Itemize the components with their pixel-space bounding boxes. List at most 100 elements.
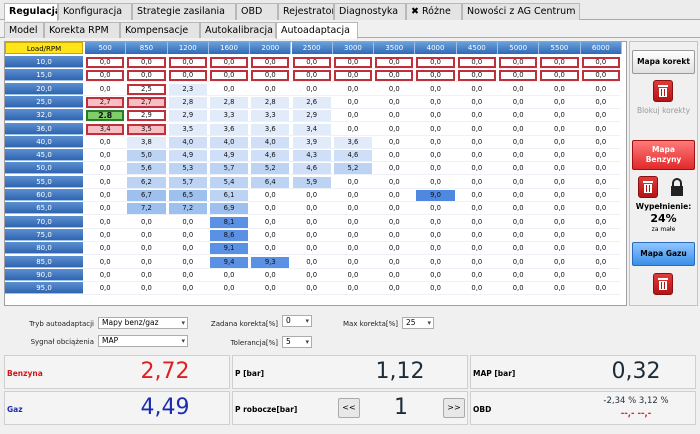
map-cell[interactable]: 0,0 (540, 163, 578, 174)
map-cell[interactable]: 0,0 (540, 203, 578, 214)
map-cell[interactable]: 0,0 (457, 70, 496, 82)
map-cell[interactable]: 0,0 (499, 84, 537, 95)
map-cell[interactable]: 0,0 (251, 283, 289, 294)
map-cell[interactable]: 0,0 (458, 217, 496, 228)
map-cell[interactable]: 4,3 (292, 150, 331, 162)
map-cell[interactable]: 0,0 (375, 57, 414, 68)
map-cell[interactable]: 0,0 (334, 283, 372, 294)
map-cell[interactable]: 0,0 (458, 137, 496, 148)
map-cell[interactable]: 0,0 (582, 257, 620, 268)
map-cell[interactable]: 0,0 (333, 70, 373, 82)
map-cell[interactable]: 6,4 (251, 176, 290, 188)
map-cell[interactable]: 0,0 (293, 283, 331, 294)
map-cell[interactable]: 0,0 (375, 150, 413, 161)
map-cell[interactable]: 0,0 (416, 230, 454, 241)
map-cell[interactable]: 0,0 (86, 150, 124, 161)
map-cell[interactable]: 0,0 (499, 70, 538, 82)
map-cell[interactable]: 0,0 (416, 163, 454, 174)
map-cell[interactable]: 0,0 (169, 217, 207, 228)
map-cell[interactable]: 0,0 (251, 243, 289, 254)
map-cell[interactable]: 0,0 (458, 230, 496, 241)
map-cell[interactable]: 7,2 (168, 203, 207, 215)
map-cell[interactable]: 0,0 (292, 70, 331, 82)
map-cell[interactable]: 0,0 (458, 270, 496, 281)
map-cell[interactable]: 0,0 (375, 137, 413, 148)
map-cell[interactable]: 0,0 (375, 243, 413, 254)
map-cell[interactable]: 0,0 (499, 97, 537, 108)
map-cell[interactable]: 0,0 (582, 150, 620, 161)
map-cell[interactable]: 0,0 (333, 57, 373, 68)
map-cell[interactable]: 0,0 (375, 70, 414, 82)
map-cell[interactable]: 4,6 (333, 150, 373, 162)
map-cell[interactable]: 0,0 (375, 230, 413, 241)
map-cell[interactable]: 0,0 (86, 84, 124, 95)
map-cell[interactable]: 4,0 (168, 136, 207, 148)
map-cell[interactable]: 0,0 (375, 270, 413, 281)
map-cell[interactable]: 3,6 (333, 136, 373, 148)
map-cell[interactable]: 0,0 (293, 230, 331, 241)
tab-sub-3[interactable]: Autokalibracja (200, 22, 276, 38)
map-cell[interactable]: 0,0 (499, 124, 537, 135)
map-cell[interactable]: 3,6 (209, 123, 249, 135)
map-cell[interactable]: 6,9 (209, 203, 249, 215)
map-cell[interactable]: 3,9 (292, 136, 331, 148)
map-cell[interactable]: 0,0 (334, 217, 372, 228)
map-cell[interactable]: 0,0 (86, 177, 124, 188)
tab-main-5[interactable]: Diagnostyka (334, 3, 406, 20)
map-cell[interactable]: 2,7 (127, 96, 166, 108)
map-cell[interactable]: 0,0 (86, 163, 124, 174)
map-cell[interactable]: 0,0 (540, 124, 578, 135)
map-cell[interactable]: 0,0 (416, 124, 454, 135)
map-cell[interactable]: 9,3 (251, 256, 290, 268)
map-cell[interactable]: 0,0 (169, 257, 207, 268)
map-cell[interactable]: 4,9 (168, 150, 207, 162)
map-cell[interactable]: 7,2 (127, 203, 166, 215)
map-cell[interactable]: 0,0 (127, 283, 165, 294)
map-cell[interactable]: 3,4 (86, 123, 125, 135)
map-cell[interactable]: 0,0 (251, 57, 290, 68)
map-cell[interactable]: 0,0 (458, 150, 496, 161)
map-cell[interactable]: 0,0 (540, 137, 578, 148)
map-cell[interactable]: 0,0 (540, 97, 578, 108)
map-cell[interactable]: 0,0 (334, 243, 372, 254)
tab-sub-1[interactable]: Korekta RPM (44, 22, 120, 38)
map-cell[interactable]: 4,6 (292, 163, 331, 175)
map-cell[interactable]: 0,0 (582, 243, 620, 254)
map-cell[interactable]: 0,0 (334, 110, 372, 121)
map-cell[interactable]: 0,0 (582, 124, 620, 135)
map-cell[interactable]: 0,0 (251, 217, 289, 228)
map-cell[interactable]: 0,0 (416, 70, 455, 82)
tryb-select[interactable]: Mapy benz/gaz (98, 317, 188, 329)
zadana-select[interactable]: 0 (282, 315, 312, 327)
map-cell[interactable]: 0,0 (540, 243, 578, 254)
map-cell[interactable]: 0,0 (127, 217, 165, 228)
map-cell[interactable]: 0,0 (582, 203, 620, 214)
map-cell[interactable]: 0,0 (582, 217, 620, 228)
map-cell[interactable]: 0,0 (540, 283, 578, 294)
map-cell[interactable]: 6,2 (127, 176, 166, 188)
map-cell[interactable]: 0,0 (540, 84, 578, 95)
tab-sub-0[interactable]: Model (4, 22, 44, 38)
map-cell[interactable]: 0,0 (540, 150, 578, 161)
map-cell[interactable]: 0,0 (375, 257, 413, 268)
map-cell[interactable]: 0,0 (581, 70, 620, 82)
map-cell[interactable]: 0,0 (168, 57, 207, 68)
map-cell[interactable]: 0,0 (582, 84, 620, 95)
map-cell[interactable]: 0,0 (458, 163, 496, 174)
prev-button[interactable]: << (338, 398, 360, 418)
map-cell[interactable]: 0,0 (86, 243, 124, 254)
map-cell[interactable]: 0,0 (334, 257, 372, 268)
map-cell[interactable]: 0,0 (582, 110, 620, 121)
map-cell[interactable]: 0,0 (416, 270, 454, 281)
map-cell[interactable]: 0,0 (499, 270, 537, 281)
map-cell[interactable]: 0,0 (375, 124, 413, 135)
map-cell[interactable]: 0,0 (416, 283, 454, 294)
map-cell[interactable]: 0,0 (251, 190, 289, 201)
map-cell[interactable]: 0,0 (540, 70, 579, 82)
map-cell[interactable]: 0,0 (169, 270, 207, 281)
map-cell[interactable]: 0,0 (458, 243, 496, 254)
map-cell[interactable]: 0,0 (375, 110, 413, 121)
map-cell[interactable]: 2,5 (127, 83, 166, 95)
map-cell[interactable]: 0,0 (458, 190, 496, 201)
map-cell[interactable]: 0,0 (458, 124, 496, 135)
